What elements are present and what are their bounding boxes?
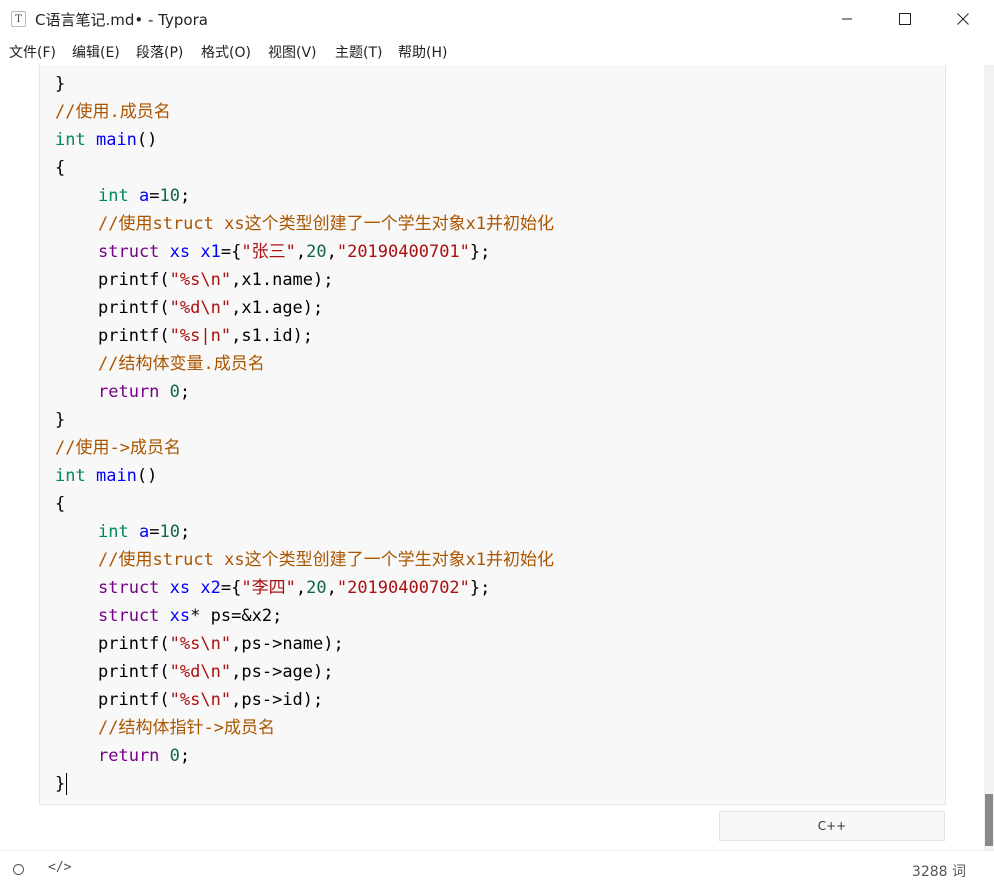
circle-icon[interactable]	[13, 864, 24, 875]
code-line[interactable]: //使用struct xs这个类型创建了一个学生对象x1并初始化	[55, 210, 554, 238]
code-line[interactable]: //结构体变量.成员名	[55, 350, 554, 378]
minimize-icon	[842, 18, 852, 20]
code-line[interactable]: //结构体指针->成员名	[55, 714, 554, 742]
code-icon[interactable]: </>	[48, 860, 71, 875]
code-line[interactable]: printf("%d\n",ps->age);	[55, 658, 554, 686]
code-line[interactable]: printf("%s|n",s1.id);	[55, 322, 554, 350]
code-line[interactable]: }	[55, 406, 554, 434]
code-line[interactable]: int main()	[55, 462, 554, 490]
typora-app-icon: T	[11, 11, 26, 27]
code-line[interactable]: //使用struct xs这个类型创建了一个学生对象x1并初始化	[55, 546, 554, 574]
close-button[interactable]	[934, 0, 992, 38]
maximize-button[interactable]	[876, 0, 934, 38]
code-line[interactable]: struct xs x1={"张三",20,"20190400701"};	[55, 238, 554, 266]
menu-edit[interactable]: 编辑(E)	[72, 42, 120, 62]
code-line[interactable]: {	[55, 490, 554, 518]
code-line[interactable]: int main()	[55, 126, 554, 154]
menu-help[interactable]: 帮助(H)	[398, 42, 447, 62]
code-line[interactable]: return 0;	[55, 742, 554, 770]
code-line[interactable]: }	[55, 770, 554, 798]
close-icon	[957, 13, 969, 25]
menu-format[interactable]: 格式(O)	[201, 42, 251, 62]
editor-area[interactable]: }//使用.成员名 int main(){int a=10;//使用struct …	[0, 65, 984, 850]
code-line[interactable]: struct xs* ps=&x2;	[55, 602, 554, 630]
word-count[interactable]: 3288 词	[912, 861, 966, 881]
code-line[interactable]: //使用.成员名	[55, 98, 554, 126]
status-bar: </> 3288 词	[0, 850, 994, 887]
code-line[interactable]: //使用->成员名	[55, 434, 554, 462]
code-line[interactable]: printf("%s\n",ps->name);	[55, 630, 554, 658]
code-line[interactable]: printf("%s\n",ps->id);	[55, 686, 554, 714]
vertical-scrollbar[interactable]	[984, 65, 994, 850]
code-block[interactable]: }//使用.成员名 int main(){int a=10;//使用struct …	[39, 65, 946, 805]
menu-file[interactable]: 文件(F)	[9, 42, 56, 62]
text-cursor	[66, 773, 68, 795]
code-line[interactable]: {	[55, 154, 554, 182]
menu-bar: 文件(F) 编辑(E) 段落(P) 格式(O) 视图(V) 主题(T) 帮助(H…	[0, 38, 994, 65]
menu-theme[interactable]: 主题(T)	[335, 42, 382, 62]
code-line[interactable]: int a=10;	[55, 182, 554, 210]
code-line[interactable]: return 0;	[55, 378, 554, 406]
title-bar: T C语言笔记.md• - Typora	[0, 0, 994, 38]
maximize-icon	[899, 13, 911, 25]
scrollbar-thumb[interactable]	[985, 794, 993, 846]
window-title: C语言笔记.md• - Typora	[35, 11, 208, 29]
code-line[interactable]: struct xs x2={"李四",20,"20190400702"};	[55, 574, 554, 602]
code-language-input[interactable]: C++	[719, 811, 945, 841]
code-line[interactable]: int a=10;	[55, 518, 554, 546]
minimize-button[interactable]	[818, 0, 876, 38]
menu-paragraph[interactable]: 段落(P)	[136, 42, 183, 62]
menu-view[interactable]: 视图(V)	[268, 42, 317, 62]
code-line[interactable]: printf("%d\n",x1.age);	[55, 294, 554, 322]
code-content[interactable]: }//使用.成员名 int main(){int a=10;//使用struct …	[55, 70, 554, 798]
code-line[interactable]: }	[55, 70, 554, 98]
code-line[interactable]: printf("%s\n",x1.name);	[55, 266, 554, 294]
